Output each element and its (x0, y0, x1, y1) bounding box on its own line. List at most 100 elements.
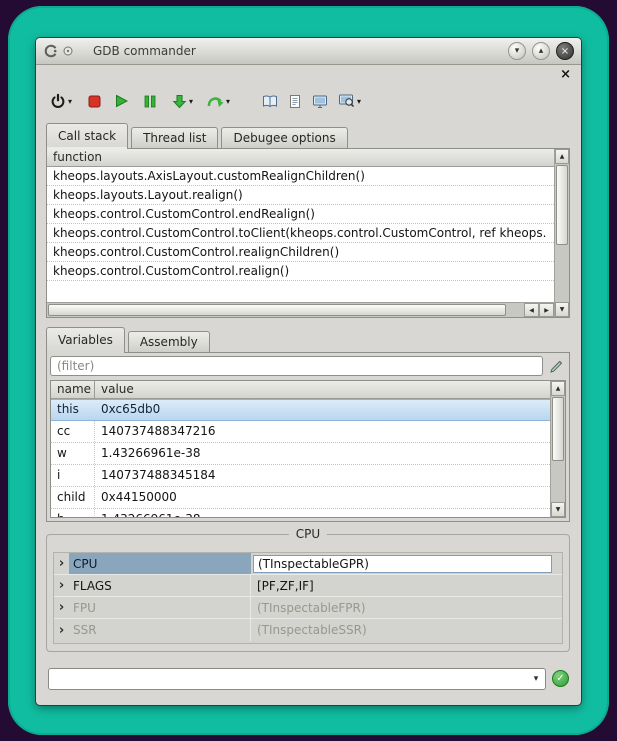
scrollbar-thumb[interactable] (552, 397, 564, 461)
shade-button[interactable]: ▾ (508, 42, 526, 60)
tab-call-stack[interactable]: Call stack (46, 123, 128, 148)
call-stack-row[interactable]: kheops.layouts.Layout.realign() (47, 186, 554, 205)
variable-row[interactable]: w 1.43266961e-38 (51, 443, 550, 465)
scrollbar-up-button[interactable]: ▲ (555, 149, 569, 164)
value-column-header: value (95, 381, 550, 398)
monitor-button[interactable] (312, 89, 328, 113)
cpu-row-flags[interactable]: › FLAGS [PF,ZF,IF] (54, 575, 562, 597)
scrollbar-down-button[interactable]: ▼ (555, 302, 569, 317)
variable-row[interactable]: i 140737488345184 (51, 465, 550, 487)
variable-value: 0x44150000 (95, 487, 550, 508)
dock-close-button[interactable]: × (560, 69, 571, 80)
book-button[interactable] (262, 89, 278, 113)
power-menu-chevron[interactable]: ▾ (68, 97, 72, 106)
cpu-row-name: CPU (69, 553, 251, 574)
cpu-register-tree: › CPU (TInspectableGPR) › FLAGS [PF,ZF,I… (53, 552, 563, 644)
tab-assembly[interactable]: Assembly (128, 331, 210, 352)
step-into-icon (172, 94, 187, 109)
book-icon (262, 94, 278, 109)
confirm-button[interactable]: ✓ (552, 670, 569, 687)
cpu-row-value: (TInspectableSSR) (251, 619, 562, 641)
call-stack-row[interactable]: kheops.layouts.AxisLayout.customRealignC… (47, 167, 554, 186)
check-icon: ✓ (556, 673, 564, 684)
cpu-groupbox: CPU › CPU (TInspectableGPR) › FLAGS [PF,… (46, 534, 570, 652)
variable-value: 0xc65db0 (95, 400, 550, 420)
tabbar-top: Call stack Thread list Debugee options (46, 123, 351, 148)
chevron-down-icon: ▾ (515, 46, 520, 56)
variable-value: 1.43266961e-38 (95, 509, 550, 517)
call-stack-list: function kheops.layouts.AxisLayout.custo… (47, 149, 554, 302)
expander-icon[interactable]: › (54, 619, 69, 641)
variable-value: 140737488347216 (95, 421, 550, 442)
variable-value: 1.43266961e-38 (95, 443, 550, 464)
chevron-up-icon: ▴ (539, 46, 544, 56)
cpu-value-field[interactable]: (TInspectableGPR) (253, 555, 552, 573)
stop-button[interactable] (88, 89, 101, 113)
step-over-chevron[interactable]: ▾ (226, 97, 230, 106)
pause-button[interactable] (144, 89, 156, 113)
call-stack-vertical-scrollbar[interactable]: ▲ ▼ (554, 149, 569, 317)
expander-icon[interactable]: › (54, 553, 69, 574)
scrollbar-up-button[interactable]: ▲ (551, 381, 565, 396)
step-into-chevron[interactable]: ▾ (189, 97, 193, 106)
gdb-commander-window: GDB commander ▾ ▴ × × ▾ (36, 38, 581, 705)
app-icon (43, 43, 59, 59)
cpu-row-value: (TInspectableFPR) (251, 597, 562, 618)
variables-vertical-scrollbar[interactable]: ▲ ▼ (550, 381, 565, 517)
tab-variables[interactable]: Variables (46, 327, 125, 352)
variable-row[interactable]: this 0xc65db0 (51, 399, 550, 421)
variable-name: child (51, 487, 95, 508)
expander-icon[interactable]: › (54, 575, 69, 596)
cpu-row-name: SSR (69, 619, 251, 641)
variables-list: name value this 0xc65db0 cc 140737488347… (51, 381, 550, 517)
document-button[interactable] (288, 89, 302, 113)
tabbar-middle: Variables Assembly (46, 327, 213, 352)
variable-name: b (51, 509, 95, 517)
step-into-button[interactable] (172, 89, 187, 113)
call-stack-row[interactable]: kheops.control.CustomControl.toClient(kh… (47, 224, 554, 243)
cpu-row-gpr[interactable]: › CPU (TInspectableGPR) (54, 553, 562, 575)
filter-row (50, 356, 566, 376)
close-button[interactable]: × (556, 42, 574, 60)
variable-row[interactable]: cc 140737488347216 (51, 421, 550, 443)
scrollbar-down-button[interactable]: ▼ (551, 502, 565, 517)
scrollbar-right-button[interactable]: ▶ (539, 303, 554, 317)
variable-row[interactable]: b 1.43266961e-38 (51, 509, 550, 517)
variable-name: cc (51, 421, 95, 442)
call-stack-horizontal-scrollbar[interactable]: ◀ ▶ (47, 302, 554, 317)
command-input[interactable] (49, 670, 527, 688)
variables-table: name value this 0xc65db0 cc 140737488347… (50, 380, 566, 518)
cpu-row-name: FPU (69, 597, 251, 618)
filter-pen-icon[interactable] (546, 359, 566, 374)
monitor-icon (312, 94, 328, 109)
call-stack-row[interactable]: kheops.control.CustomControl.endRealign(… (47, 205, 554, 224)
expander-icon[interactable]: › (54, 597, 69, 618)
document-icon (288, 94, 302, 109)
cpu-row-value: (TInspectableGPR) (251, 553, 562, 574)
run-icon (115, 94, 128, 108)
combo-chevron-icon[interactable]: ▾ (527, 674, 545, 684)
call-stack-row[interactable]: kheops.control.CustomControl.realignChil… (47, 243, 554, 262)
monitor-search-button[interactable] (338, 89, 355, 113)
run-button[interactable] (115, 89, 128, 113)
scrollbar-thumb[interactable] (556, 165, 568, 245)
titlebar[interactable]: GDB commander ▾ ▴ × (36, 38, 581, 65)
cpu-row-ssr[interactable]: › SSR (TInspectableSSR) (54, 619, 562, 641)
scrollbar-thumb[interactable] (48, 304, 506, 316)
filter-input[interactable] (50, 356, 543, 376)
variable-row[interactable]: child 0x44150000 (51, 487, 550, 509)
variable-name: w (51, 443, 95, 464)
power-button[interactable] (50, 89, 66, 113)
tab-debugee-options[interactable]: Debugee options (221, 127, 347, 148)
maximize-button[interactable]: ▴ (532, 42, 550, 60)
monitor-search-chevron[interactable]: ▾ (357, 97, 361, 106)
call-stack-row[interactable]: kheops.control.CustomControl.realign() (47, 262, 554, 281)
power-icon (50, 93, 66, 109)
command-combobox[interactable]: ▾ (48, 668, 546, 690)
cpu-row-fpu[interactable]: › FPU (TInspectableFPR) (54, 597, 562, 619)
scrollbar-left-button[interactable]: ◀ (524, 303, 539, 317)
step-over-button[interactable] (207, 89, 224, 113)
background: GDB commander ▾ ▴ × × ▾ (0, 0, 617, 741)
tab-thread-list[interactable]: Thread list (131, 127, 218, 148)
badge-icon (63, 46, 73, 56)
